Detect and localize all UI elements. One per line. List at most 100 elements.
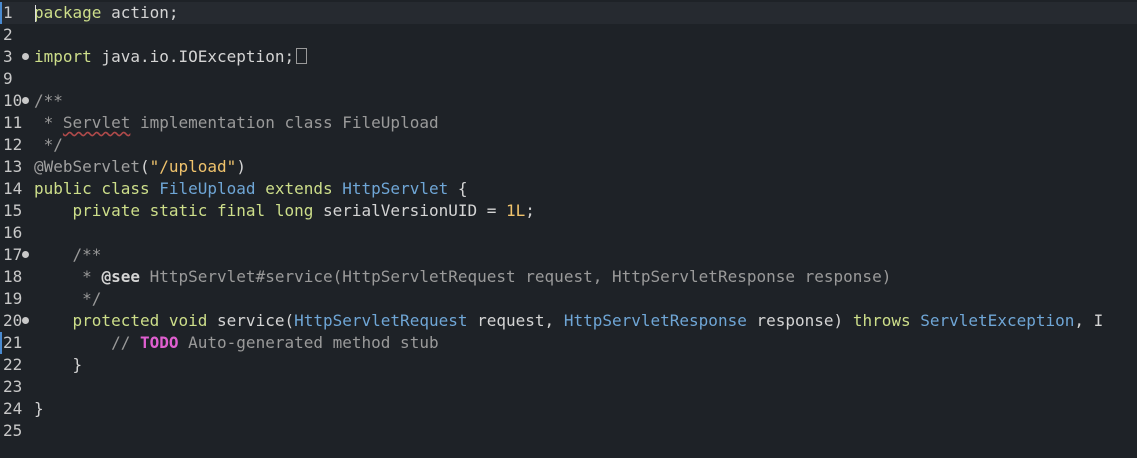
code-token: import: [34, 47, 92, 66]
code-line[interactable]: 10/**: [0, 90, 1137, 112]
fold-collapse-icon[interactable]: [22, 97, 29, 104]
code-text[interactable]: }: [34, 354, 83, 376]
code-line[interactable]: 23: [0, 376, 1137, 398]
fold-collapse-icon[interactable]: [22, 251, 29, 258]
code-token: ): [236, 157, 246, 176]
code-token: throws: [852, 311, 921, 330]
code-token: service(: [217, 311, 295, 330]
code-token: "/upload": [149, 157, 237, 176]
code-line[interactable]: 12 */: [0, 134, 1137, 156]
code-line[interactable]: 19 */: [0, 288, 1137, 310]
code-line[interactable]: 25: [0, 420, 1137, 442]
code-line[interactable]: 21 // TODO Auto-generated method stub: [0, 332, 1137, 354]
code-token: FileUpload: [159, 179, 256, 198]
code-token: action;: [101, 3, 179, 22]
code-token: HttpServletResponse: [563, 311, 747, 330]
line-number: 24: [3, 399, 23, 418]
code-line[interactable]: 16: [0, 222, 1137, 244]
line-number: 19: [3, 289, 23, 308]
code-token: */: [34, 135, 63, 154]
code-token: *: [82, 267, 102, 286]
line-change-marker: [0, 2, 2, 24]
code-text[interactable]: @WebServlet("/upload"): [34, 156, 246, 178]
line-change-marker: [0, 332, 2, 354]
line-number: 2: [3, 25, 13, 44]
code-text[interactable]: protected void service(HttpServletReques…: [34, 310, 1104, 332]
code-editor[interactable]: 1 package action; 2 3 import java.io.IOExcep…: [0, 0, 1137, 458]
fold-expand-icon[interactable]: [22, 53, 29, 60]
code-token: response): [746, 311, 853, 330]
code-text[interactable]: // TODO Auto-generated method stub: [34, 332, 439, 354]
line-number: 21: [3, 333, 23, 352]
code-line[interactable]: 13 @WebServlet("/upload"): [0, 156, 1137, 178]
fold-collapse-icon[interactable]: [22, 317, 29, 324]
code-line[interactable]: 17 /**: [0, 244, 1137, 266]
line-number: 15: [3, 201, 23, 220]
code-text[interactable]: import java.io.IOException;: [34, 46, 308, 68]
code-text[interactable]: }: [34, 398, 44, 420]
code-line[interactable]: 20 protected void service(HttpServletReq…: [0, 310, 1137, 332]
code-text[interactable]: */: [34, 134, 63, 156]
code-token: Auto-generated method stub: [178, 333, 439, 352]
code-line[interactable]: 18 * @see HttpServlet#service(HttpServle…: [0, 266, 1137, 288]
line-number: 22: [3, 355, 23, 374]
code-token: java.io.IOException;: [91, 47, 295, 66]
line-number: 14: [3, 179, 23, 198]
code-token: HttpServletRequest: [294, 311, 468, 330]
code-text[interactable]: /**: [34, 90, 63, 112]
code-text[interactable]: */: [34, 288, 101, 310]
code-token: private static final long: [72, 201, 323, 220]
code-token: HttpServlet: [342, 179, 449, 198]
code-line[interactable]: 15 private static final long serialVersi…: [0, 200, 1137, 222]
code-token: }: [34, 355, 83, 374]
line-number: 1: [3, 3, 13, 22]
collapsed-imports-icon[interactable]: [296, 48, 308, 64]
code-token: serialVersionUID =: [322, 201, 507, 220]
code-line[interactable]: 2: [0, 24, 1137, 46]
code-token: @WebServlet: [34, 157, 140, 176]
code-token: ;: [525, 201, 535, 220]
code-line[interactable]: 1 package action;: [0, 2, 1137, 24]
code-line[interactable]: 11 * Servlet implementation class FileUp…: [0, 112, 1137, 134]
line-number: 25: [3, 421, 23, 440]
code-line[interactable]: 9: [0, 68, 1137, 90]
code-text[interactable]: private static final long serialVersionU…: [34, 200, 535, 222]
line-number: 23: [3, 377, 23, 396]
code-token: /**: [34, 91, 63, 110]
line-number: 9: [3, 69, 13, 88]
code-text[interactable]: * Servlet implementation class FileUploa…: [34, 112, 439, 134]
code-line[interactable]: 3 import java.io.IOException;: [0, 46, 1137, 68]
text-caret: [35, 5, 36, 22]
code-text[interactable]: package action;: [34, 2, 179, 24]
code-line[interactable]: 22 }: [0, 354, 1137, 376]
code-token: ServletException: [920, 311, 1075, 330]
code-token: implementation class FileUpload: [130, 113, 439, 132]
code-token: protected void: [72, 311, 218, 330]
code-token: request,: [467, 311, 564, 330]
code-token: (: [139, 157, 150, 176]
code-line[interactable]: 24}: [0, 398, 1137, 420]
code-token: Servlet: [62, 113, 131, 132]
code-text[interactable]: /**: [34, 244, 102, 266]
code-token: package: [34, 3, 102, 22]
code-token: /**: [72, 245, 102, 264]
line-number: 13: [3, 157, 23, 176]
line-number: 16: [3, 223, 23, 242]
code-token: , I: [1074, 311, 1104, 330]
code-token: }: [34, 399, 44, 418]
code-line[interactable]: 14 public class FileUpload extends HttpSe…: [0, 178, 1137, 200]
code-token: *: [34, 113, 63, 132]
line-number: 11: [3, 113, 23, 132]
code-token: 1L: [506, 201, 526, 220]
code-text[interactable]: * @see HttpServlet#service(HttpServletRe…: [34, 266, 891, 288]
code-text[interactable]: public class FileUpload extends HttpServ…: [34, 178, 468, 200]
code-token: public class: [34, 179, 160, 198]
code-token: {: [448, 179, 468, 198]
code-token: extends: [255, 179, 343, 198]
